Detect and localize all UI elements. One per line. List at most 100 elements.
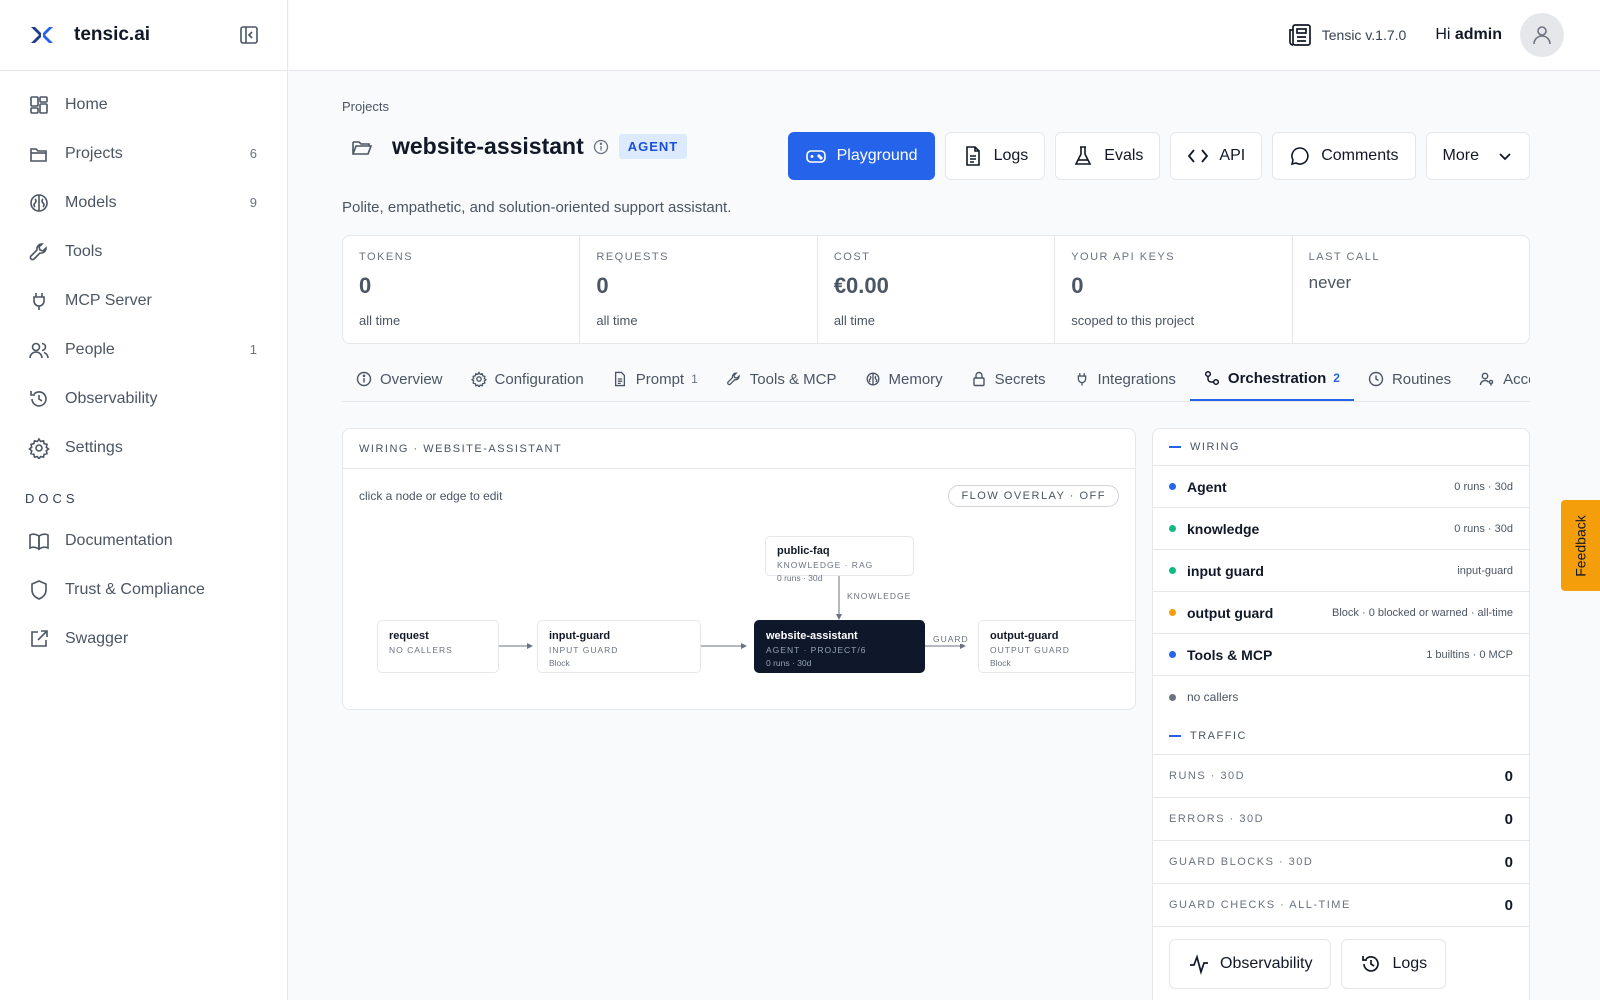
traffic-label: RUNS · 30D bbox=[1169, 770, 1246, 782]
action-buttons: Playground Logs Evals API Comments More bbox=[778, 132, 1530, 180]
wiring-row-knowledge[interactable]: knowledge 0 runs · 30d bbox=[1153, 508, 1529, 550]
tab-configuration[interactable]: Configuration bbox=[457, 357, 598, 401]
wiring-panel: WIRING · WEBSITE-ASSISTANT request NO CA… bbox=[342, 428, 1136, 710]
breadcrumb[interactable]: Projects bbox=[342, 99, 389, 114]
node-title: output-guard bbox=[990, 630, 1059, 642]
flow-overlay-toggle[interactable]: FLOW OVERLAY · OFF bbox=[948, 485, 1119, 507]
sidebar-item-label: Documentation bbox=[65, 531, 173, 549]
sidebar-item-trust-compliance[interactable]: Trust & Compliance bbox=[0, 565, 287, 614]
feedback-tab[interactable]: Feedback bbox=[1561, 500, 1600, 591]
history-icon bbox=[30, 390, 47, 407]
tab-secrets[interactable]: Secrets bbox=[957, 357, 1060, 401]
wiring-row-tools-mcp[interactable]: Tools & MCP 1 builtins · 0 MCP bbox=[1153, 634, 1529, 676]
node-website-assistant[interactable]: website-assistant AGENT · PROJECT/6 0 ru… bbox=[754, 620, 925, 673]
row-meta: 0 runs · 30d bbox=[1454, 480, 1513, 493]
tab-overview[interactable]: Overview bbox=[342, 357, 457, 401]
tab-tools-mcp[interactable]: Tools & MCP bbox=[712, 357, 851, 401]
sidebar-item-settings[interactable]: Settings bbox=[0, 423, 287, 472]
sidebar-item-label: Observability bbox=[65, 389, 158, 407]
row-name: no callers bbox=[1187, 690, 1239, 704]
sidebar-item-label: Trust & Compliance bbox=[65, 580, 205, 598]
collapse-sidebar-icon[interactable] bbox=[237, 23, 261, 47]
stat-api-keys: YOUR API KEYS 0 scoped to this project bbox=[1055, 236, 1293, 343]
greeting-prefix: Hi bbox=[1435, 26, 1451, 43]
gear-icon bbox=[28, 437, 50, 459]
wiring-section-header: WIRING bbox=[1153, 429, 1529, 466]
logs-panel-label: Logs bbox=[1392, 955, 1428, 972]
wiring-row-input-guard[interactable]: input guard input-guard bbox=[1153, 550, 1529, 592]
tensic-logo-icon bbox=[31, 27, 53, 43]
tab-integrations[interactable]: Integrations bbox=[1060, 357, 1190, 401]
playground-label: Playground bbox=[836, 147, 918, 164]
stat-value: never bbox=[1308, 273, 1352, 292]
comments-label: Comments bbox=[1321, 147, 1399, 164]
evals-button[interactable]: Evals bbox=[1055, 132, 1161, 180]
more-button[interactable]: More bbox=[1425, 132, 1530, 180]
traffic-section-header: TRAFFIC bbox=[1153, 718, 1529, 755]
node-input-guard[interactable]: input-guard INPUT GUARD Block bbox=[537, 620, 701, 673]
comment-icon bbox=[1291, 147, 1309, 166]
agent-badge: AGENT bbox=[618, 134, 688, 159]
sidebar-item-observability[interactable]: Observability bbox=[0, 374, 287, 423]
flask-icon bbox=[1074, 146, 1092, 165]
stat-value: 0 bbox=[596, 273, 609, 298]
node-request[interactable]: request NO CALLERS bbox=[377, 620, 499, 673]
sidebar-item-mcp-server[interactable]: MCP Server bbox=[0, 276, 287, 325]
topbar: Tensic v.1.7.0 Hi admin bbox=[289, 0, 1600, 71]
version-info[interactable]: Tensic v.1.7.0 bbox=[1287, 22, 1406, 48]
node-public-faq[interactable]: public-faq KNOWLEDGE · RAG 0 runs · 30d bbox=[765, 536, 914, 583]
edge-label-guard: GUARD bbox=[931, 634, 971, 644]
sidebar-item-count: 9 bbox=[249, 195, 257, 210]
node-subtitle: NO CALLERS bbox=[389, 645, 453, 655]
tab-label: Orchestration bbox=[1227, 369, 1327, 387]
flow-icon bbox=[1204, 370, 1219, 386]
tab-orchestration[interactable]: Orchestration 2 bbox=[1189, 357, 1354, 401]
stat-sub: all time bbox=[359, 313, 401, 328]
sidebar-item-count: 1 bbox=[249, 342, 257, 357]
stat-label: TOKENS bbox=[359, 251, 414, 263]
comments-button[interactable]: Comments bbox=[1272, 132, 1416, 180]
row-name: Agent bbox=[1187, 478, 1227, 495]
sidebar-item-swagger[interactable]: Swagger bbox=[0, 614, 287, 663]
tab-prompt[interactable]: Prompt 1 bbox=[598, 357, 712, 401]
sidebar-item-projects[interactable]: Projects 6 bbox=[0, 129, 287, 178]
wiring-hint: click a node or edge to edit bbox=[359, 489, 503, 503]
tab-label: Overview bbox=[380, 370, 443, 388]
feedback-label: Feedback bbox=[1572, 514, 1589, 577]
docs-nav: Documentation Trust & Compliance Swagger bbox=[0, 516, 287, 663]
user-key-icon bbox=[1479, 372, 1494, 386]
brain-icon bbox=[866, 372, 879, 386]
sidebar-nav: Home Projects 6 Models 9 Tools MCP Serve… bbox=[0, 71, 287, 472]
sidebar-item-label: People bbox=[65, 340, 115, 358]
logs-panel-button[interactable]: Logs bbox=[1341, 939, 1447, 989]
api-button[interactable]: API bbox=[1170, 132, 1263, 180]
sidebar-item-label: Settings bbox=[65, 438, 123, 456]
sidebar-item-documentation[interactable]: Documentation bbox=[0, 516, 287, 565]
info-icon bbox=[356, 371, 372, 387]
avatar[interactable] bbox=[1520, 13, 1564, 57]
sidebar-item-home[interactable]: Home bbox=[0, 80, 287, 129]
sidebar-item-people[interactable]: People 1 bbox=[0, 325, 287, 374]
sidebar-item-models[interactable]: Models 9 bbox=[0, 178, 287, 227]
tab-label: Prompt bbox=[635, 370, 685, 388]
lock-icon bbox=[972, 371, 985, 387]
code-icon bbox=[1188, 149, 1209, 163]
wiring-row-output-guard[interactable]: output guard Block · 0 blocked or warned… bbox=[1153, 592, 1529, 634]
info-icon[interactable] bbox=[593, 139, 609, 155]
tab-routines[interactable]: Routines bbox=[1354, 357, 1465, 401]
shield-icon bbox=[31, 579, 47, 600]
traffic-row-runs: RUNS · 30D 0 bbox=[1153, 755, 1529, 798]
tab-memory[interactable]: Memory bbox=[851, 357, 957, 401]
logs-button[interactable]: Logs bbox=[944, 132, 1046, 180]
gamepad-icon bbox=[805, 150, 826, 163]
wiring-row-agent[interactable]: Agent 0 runs · 30d bbox=[1153, 466, 1529, 508]
traffic-value: 0 bbox=[1504, 810, 1513, 828]
sidebar-item-tools[interactable]: Tools bbox=[0, 227, 287, 276]
observability-button[interactable]: Observability bbox=[1169, 939, 1332, 989]
node-output-guard[interactable]: output-guard OUTPUT GUARD Block bbox=[978, 620, 1135, 673]
wiring-summary-panel: WIRING Agent 0 runs · 30d knowledge 0 ru… bbox=[1152, 428, 1530, 1000]
row-meta: 1 builtins · 0 MCP bbox=[1426, 648, 1513, 661]
playground-button[interactable]: Playground bbox=[787, 132, 935, 180]
tab-access[interactable]: Access bbox=[1465, 357, 1530, 401]
stat-sub: scoped to this project bbox=[1071, 313, 1195, 328]
